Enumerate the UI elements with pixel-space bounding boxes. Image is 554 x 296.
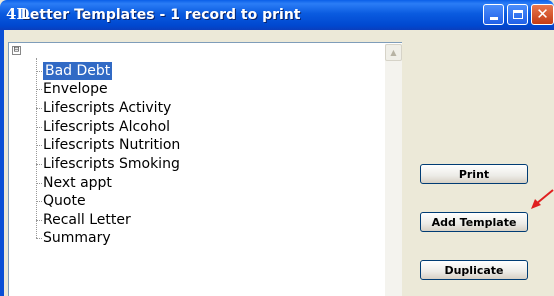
tree-item-label: Summary [43,230,111,246]
maximize-button[interactable] [507,4,528,25]
tree-item-label: Lifescripts Alcohol [43,119,171,135]
tree-item-label: Quote [43,193,86,209]
tree-item-label: Next appt [43,175,112,191]
tree-item-label: Lifescripts Smoking [43,156,180,172]
vertical-scrollbar[interactable]: ▲ [385,44,402,296]
tree-item-label: Envelope [43,81,108,97]
tree-item-label: Lifescripts Nutrition [43,137,181,153]
print-button[interactable]: Print [420,164,528,184]
close-button[interactable]: ✕ [531,4,554,25]
duplicate-button[interactable]: Duplicate [420,260,528,280]
tree-item-label: Lifescripts Activity [43,100,172,116]
minimize-button[interactable] [483,4,504,25]
close-icon: ✕ [536,5,549,23]
title-bar: 4D Letter Templates - 1 record to print … [0,0,554,30]
tree-collapse-toggle-icon[interactable]: ⊟ [12,46,21,55]
tree-connector-line [36,58,37,238]
maximize-icon [512,10,523,19]
minimize-icon [489,17,498,20]
tree-item-label: Bad Debt [41,61,114,81]
add-template-button[interactable]: Add Template [420,212,528,232]
window-title: Letter Templates - 1 record to print [21,7,301,23]
window-frame-left [0,30,4,296]
tree-item-label: Recall Letter [43,212,131,228]
scroll-up-arrow-icon[interactable]: ▲ [385,44,402,61]
